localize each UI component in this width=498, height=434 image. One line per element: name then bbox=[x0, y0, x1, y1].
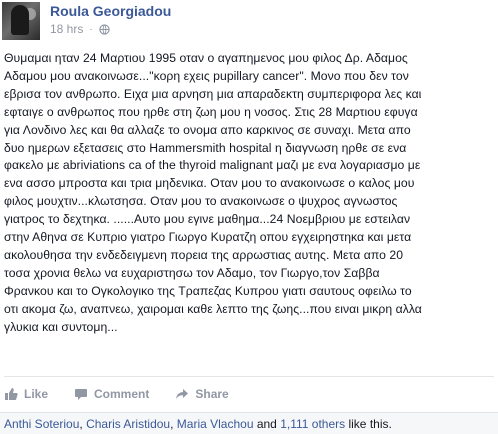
post-actions: Like Comment Share bbox=[4, 386, 229, 402]
liker-separator-2: , bbox=[170, 417, 177, 431]
liker-name-2[interactable]: Charis Aristidou bbox=[86, 417, 170, 431]
thumbs-up-icon bbox=[5, 388, 18, 400]
likes-summary-text: Anthi Soteriou, Charis Aristidou, Maria … bbox=[4, 417, 392, 431]
likes-suffix: like this. bbox=[345, 417, 392, 431]
post-body-text: Θυμαμαι ηταν 24 Μαρτιου 1995 οταν ο αγαπ… bbox=[4, 51, 422, 334]
actions-divider bbox=[4, 376, 494, 377]
comment-label: Comment bbox=[94, 387, 150, 401]
comment-bubble-icon bbox=[75, 389, 88, 400]
like-button[interactable]: Like bbox=[4, 387, 48, 401]
author-name[interactable]: Roula Georgiadou bbox=[50, 3, 171, 19]
liker-name-3[interactable]: Maria Vlachou bbox=[177, 417, 254, 431]
share-button[interactable]: Share bbox=[175, 387, 229, 401]
like-label: Like bbox=[24, 387, 49, 401]
liker-name-1[interactable]: Anthi Soteriou bbox=[4, 417, 79, 431]
facebook-post: Roula Georgiadou 18 hrs · Θυμαμαι ηταν 2… bbox=[0, 0, 498, 434]
globe-icon[interactable] bbox=[99, 23, 110, 35]
meta-separator: · bbox=[89, 23, 93, 35]
share-label: Share bbox=[195, 387, 229, 401]
liker-and: and bbox=[253, 417, 281, 431]
post-timestamp[interactable]: 18 hrs bbox=[50, 22, 83, 36]
likes-summary-bar: Anthi Soteriou, Charis Aristidou, Maria … bbox=[0, 412, 498, 434]
author-avatar[interactable] bbox=[2, 2, 40, 40]
post-meta: 18 hrs · bbox=[50, 22, 110, 36]
comment-button[interactable]: Comment bbox=[74, 387, 149, 401]
share-arrow-icon bbox=[176, 389, 189, 399]
likes-others-link[interactable]: 1,111 others bbox=[280, 417, 345, 431]
avatar-figure bbox=[11, 5, 29, 35]
